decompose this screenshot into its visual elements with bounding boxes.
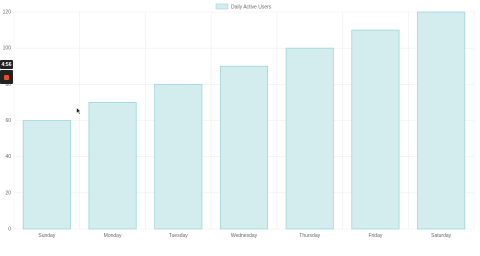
bar-chart: 020406080100120 Sunday Monday Tuesday Wedne… [3, 3, 475, 239]
x-tick-label: Monday [104, 233, 122, 239]
y-tick-label: 120 [3, 10, 12, 16]
y-tick-label: 40 [5, 154, 11, 160]
legend-swatch[interactable] [215, 3, 229, 10]
x-tick-label: Wednesday [231, 233, 258, 239]
y-axis-ticks: 020406080100120 [3, 10, 12, 233]
y-tick-label: 60 [5, 118, 11, 124]
x-axis-ticks: Sunday Monday Tuesday Wednesday Thursday Frid… [38, 233, 451, 239]
legend[interactable]: Daily Active Users [215, 3, 272, 10]
bar[interactable] [285, 47, 334, 230]
bar[interactable] [22, 120, 71, 230]
y-tick-label: 100 [3, 46, 12, 52]
recording-timer: 4:56 [0, 60, 13, 69]
stop-recording-button[interactable] [0, 70, 13, 84]
record-stop-icon [4, 74, 9, 80]
y-tick-label: 20 [5, 190, 11, 196]
x-tick-label: Saturday [431, 233, 452, 239]
legend-label[interactable]: Daily Active Users [231, 4, 272, 10]
bar[interactable] [351, 29, 400, 230]
screen-recorder-panel: 4:56 [0, 60, 13, 84]
bar[interactable] [154, 83, 203, 230]
x-tick-label: Thursday [299, 233, 320, 239]
mouse-pointer-icon [76, 107, 82, 115]
bar[interactable] [417, 11, 466, 230]
x-tick-label: Tuesday [169, 233, 188, 239]
y-tick-label: 0 [8, 227, 11, 233]
bar[interactable] [219, 65, 269, 230]
x-tick-label: Sunday [38, 233, 55, 239]
x-tick-label: Friday [368, 233, 382, 239]
bars [22, 11, 466, 230]
bar[interactable] [88, 102, 137, 230]
